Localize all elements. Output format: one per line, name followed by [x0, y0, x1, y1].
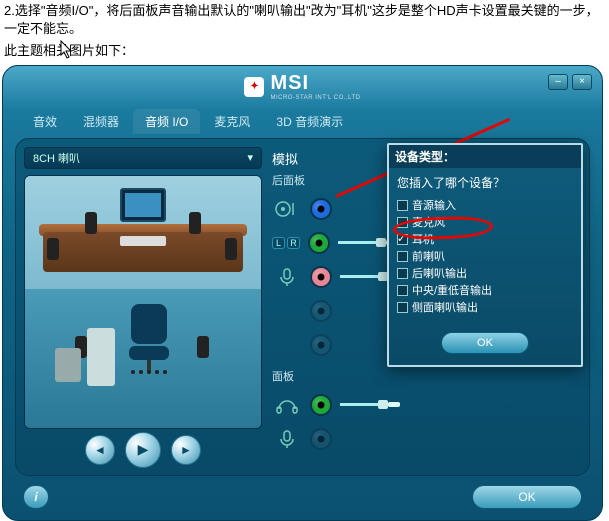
minimize-button[interactable]: –: [548, 74, 568, 90]
tab-sound-effect[interactable]: 音效: [21, 109, 69, 134]
jack-blue[interactable]: [310, 198, 332, 220]
channel-label: 8CH 喇叭: [33, 150, 80, 166]
pc-tower-icon: [87, 328, 115, 386]
device-type-dialog: 设备类型： 您插入了哪个设备？ 音源输入 麦克风 耳机 前喇叭 后喇叭输出 中央…: [387, 143, 583, 367]
info-button[interactable]: i: [23, 485, 49, 509]
titlebar: ✦ MSI MICRO-STAR INT'L CO.,LTD – ×: [3, 66, 602, 108]
prev-button[interactable]: ◄: [85, 435, 115, 465]
subwoofer-icon: [55, 348, 81, 382]
close-button[interactable]: ×: [572, 74, 592, 90]
tab-3d-demo[interactable]: 3D 音频演示: [264, 109, 355, 134]
right-panel: 模拟 后面板 LR: [270, 147, 581, 467]
left-panel: 8CH 喇叭 ▾: [24, 147, 262, 467]
brand-sub: MICRO-STAR INT'L CO.,LTD: [270, 95, 360, 101]
dialog-title: 设备类型：: [389, 145, 581, 168]
device-option-center-sub[interactable]: 中央/重低音输出: [397, 282, 573, 299]
brand: ✦ MSI MICRO-STAR INT'L CO.,LTD: [244, 72, 360, 101]
jack-front-green[interactable]: [310, 394, 332, 416]
speaker-icon: [189, 212, 201, 234]
jack-row-front-hp: [270, 390, 581, 420]
device-option-front-speaker[interactable]: 前喇叭: [397, 248, 573, 265]
monitor-icon: [120, 188, 166, 222]
tab-mixer[interactable]: 混频器: [71, 109, 131, 134]
device-option-mic[interactable]: 麦克风: [397, 214, 573, 231]
device-option-side-speaker[interactable]: 侧面喇叭输出: [397, 299, 573, 316]
room-preview: [24, 175, 262, 429]
device-option-line-in[interactable]: 音源输入: [397, 197, 573, 214]
dialog-ok-button[interactable]: OK: [441, 332, 529, 354]
tab-bar: 音效 混频器 音频 I/O 麦克风 3D 音频演示: [3, 108, 602, 134]
plug-icon: [338, 241, 384, 244]
instruction-line-2: 此主题相关图片如下：: [0, 40, 609, 62]
lr-badge-icon: LR: [272, 233, 300, 253]
chair-icon: [127, 304, 171, 372]
speaker-icon: [85, 212, 97, 234]
next-button[interactable]: ►: [171, 435, 201, 465]
jack-green[interactable]: [308, 232, 330, 254]
speaker-icon: [225, 238, 237, 260]
device-option-rear-speaker[interactable]: 后喇叭输出: [397, 265, 573, 282]
keyboard-icon: [120, 236, 166, 246]
line-in-icon: [272, 198, 302, 220]
plug-icon: [340, 403, 386, 406]
msi-logo-icon: ✦: [244, 77, 264, 97]
main-ok-button[interactable]: OK: [472, 485, 582, 509]
dialog-list: 音源输入 麦克风 耳机 前喇叭 后喇叭输出 中央/重低音输出 侧面喇叭输出: [389, 195, 581, 322]
device-option-headphone[interactable]: 耳机: [397, 231, 573, 248]
brand-name: MSI: [270, 72, 309, 95]
dialog-question: 您插入了哪个设备？: [389, 168, 581, 195]
jack-row-front-mic: [270, 424, 581, 454]
bottom-bar: i OK: [15, 482, 590, 512]
mic-icon: [272, 428, 302, 450]
speaker-icon: [47, 238, 59, 260]
chevron-down-icon: ▾: [247, 151, 253, 164]
tab-microphone[interactable]: 麦克风: [202, 109, 262, 134]
mic-icon: [272, 266, 302, 288]
front-panel-title: 面板: [272, 368, 581, 384]
tab-audio-io[interactable]: 音频 I/O: [133, 109, 200, 134]
instruction-line-1: 2.选择"音频I/O"，将后面板声音输出默认的"喇叭输出"改为"耳机"这步是整个…: [0, 0, 609, 40]
play-controls: ◄ ▶ ►: [24, 433, 262, 467]
headphone-icon: [272, 394, 302, 416]
jack-front-mic[interactable]: [310, 428, 332, 450]
jack-ghost[interactable]: [310, 334, 332, 356]
play-button[interactable]: ▶: [125, 432, 161, 468]
audio-config-window: ✦ MSI MICRO-STAR INT'L CO.,LTD – × 音效 混频…: [2, 65, 603, 521]
channel-select[interactable]: 8CH 喇叭 ▾: [24, 147, 262, 169]
jack-ghost[interactable]: [310, 300, 332, 322]
plug-icon: [340, 275, 386, 278]
speaker-icon: [197, 336, 209, 358]
main-area: 8CH 喇叭 ▾: [15, 138, 590, 476]
jack-pink[interactable]: [310, 266, 332, 288]
